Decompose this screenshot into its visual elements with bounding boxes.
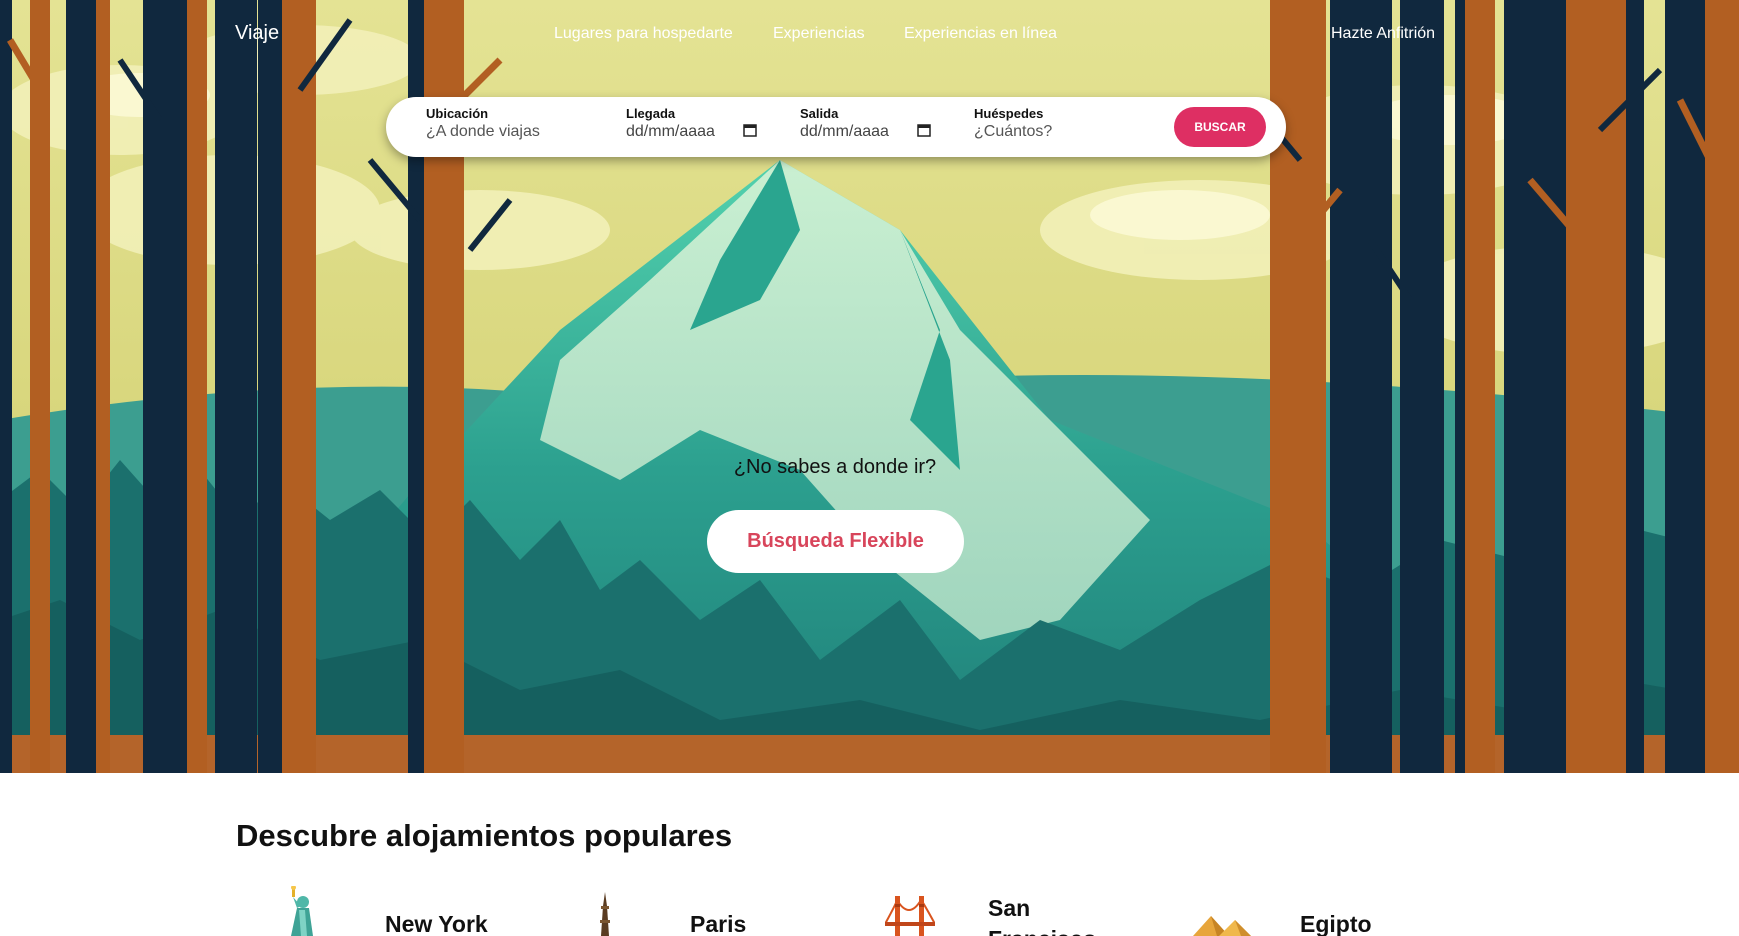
city-card-new-york[interactable]: New York (270, 882, 530, 936)
guests-label: Huéspedes (974, 106, 1044, 121)
departure-date-input[interactable]: dd/mm/aaaa (800, 123, 889, 141)
guests-field[interactable]: Huéspedes ¿Cuántos? (974, 106, 1052, 141)
departure-field[interactable]: Salida dd/mm/aaaa (800, 106, 889, 141)
city-card-paris[interactable]: Paris (590, 882, 810, 936)
arrival-field[interactable]: Llegada dd/mm/aaaa (626, 106, 715, 141)
city-name: Egipto (1300, 911, 1372, 936)
search-button[interactable]: BUSCAR (1174, 107, 1266, 147)
location-input[interactable]: ¿A donde viajas (426, 123, 540, 141)
pyramids-icon (1193, 916, 1251, 936)
city-name: San Francisco (988, 895, 1097, 936)
hero-banner: Viaje Lugares para hospedarte Experienci… (0, 0, 1739, 773)
search-bar: Ubicación ¿A donde viajas Llegada dd/mm/… (386, 97, 1286, 157)
departure-label: Salida (800, 106, 839, 121)
city-name: Paris (690, 911, 747, 936)
nav-experiencias[interactable]: Experiencias (773, 25, 865, 43)
city-name: New York (385, 911, 488, 936)
location-field[interactable]: Ubicación ¿A donde viajas (426, 106, 540, 141)
popular-section-title: Descubre alojamientos populares (236, 818, 733, 853)
arrival-date-input[interactable]: dd/mm/aaaa (626, 123, 715, 141)
guests-input[interactable]: ¿Cuántos? (974, 123, 1052, 141)
nav-experiencias-en-linea[interactable]: Experiencias en línea (904, 25, 1057, 43)
flexible-prompt: ¿No sabes a donde ir? (733, 456, 937, 478)
city-card-san-francisco[interactable]: San Francisco (885, 882, 1125, 936)
golden-gate-bridge-icon (885, 896, 935, 936)
flexible-search-button[interactable]: Búsqueda Flexible (707, 510, 964, 573)
location-label: Ubicación (426, 106, 489, 121)
calendar-icon[interactable] (743, 123, 757, 137)
arrival-label: Llegada (626, 106, 676, 121)
nav-lugares-para-hospedarte[interactable]: Lugares para hospedarte (554, 25, 733, 43)
eiffel-tower-icon (600, 892, 610, 936)
main-nav: Lugares para hospedarte Experiencias Exp… (0, 25, 1739, 45)
host-link[interactable]: Hazte Anfitrión (1331, 25, 1435, 43)
city-card-egipto[interactable]: Egipto (1185, 882, 1425, 936)
statue-of-liberty-icon (291, 886, 313, 936)
calendar-icon[interactable] (917, 123, 931, 137)
